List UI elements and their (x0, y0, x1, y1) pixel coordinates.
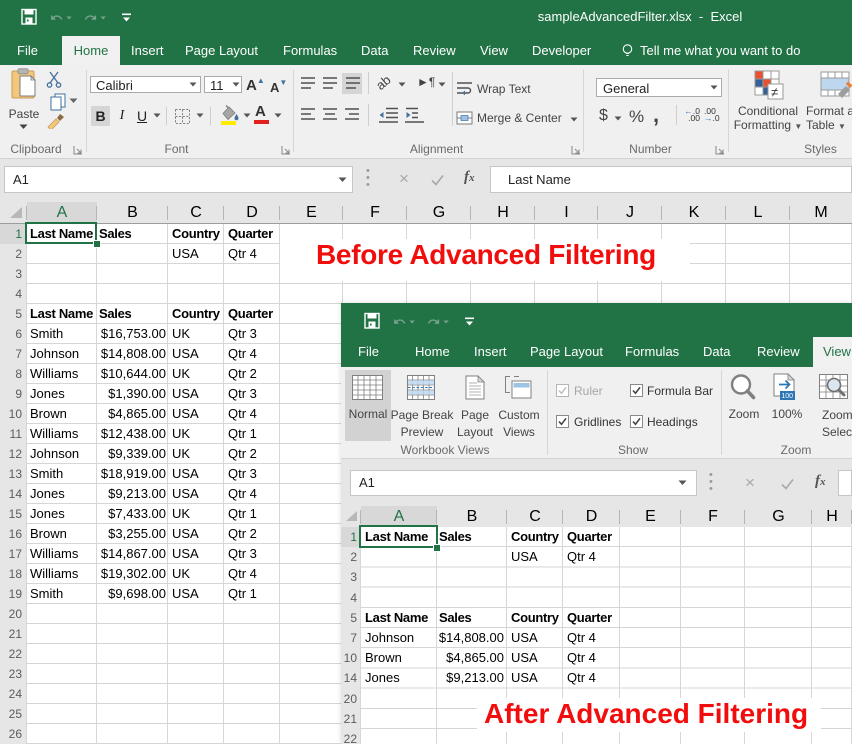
svg-text:≠: ≠ (771, 85, 778, 100)
svg-text:100: 100 (781, 393, 793, 400)
